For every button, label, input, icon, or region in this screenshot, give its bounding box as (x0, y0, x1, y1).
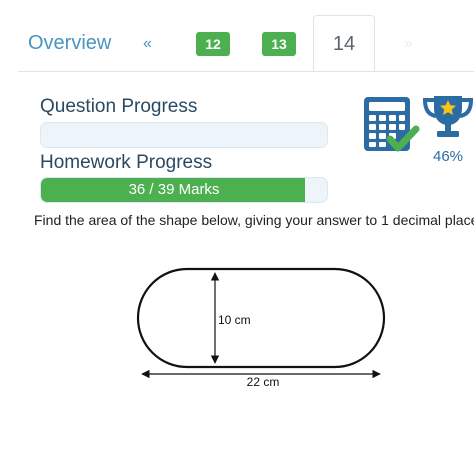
stadium-shape (136, 267, 386, 369)
width-label: 22 cm (247, 375, 280, 389)
tab-bar-divider (18, 71, 474, 72)
question-text: Find the area of the shape below, giving… (34, 212, 474, 228)
question-tab-bar: Overview « 12 13 14 » (0, 0, 474, 72)
question-progress-bar (40, 122, 328, 148)
trophy-star-icon (422, 96, 474, 137)
question-badge-12[interactable]: 12 (196, 32, 230, 56)
overview-link[interactable]: Overview (28, 32, 111, 55)
previous-arrow-icon[interactable]: « (143, 35, 152, 53)
question-badge-13[interactable]: 13 (262, 32, 296, 56)
tab-current-question[interactable]: 14 (313, 15, 375, 72)
homework-progress-bar: 36 / 39 Marks (40, 177, 328, 203)
page: Overview « 12 13 14 » Question Progress … (0, 0, 474, 467)
height-label: 10 cm (218, 313, 251, 327)
homework-progress-label: Homework Progress (40, 152, 213, 173)
score-percentage: 46% (433, 148, 464, 165)
calculator-check-icon (364, 97, 420, 152)
question-progress-label: Question Progress (40, 96, 198, 117)
next-arrow-icon[interactable]: » (404, 35, 413, 53)
homework-progress-text: 36 / 39 Marks (128, 181, 220, 198)
stadium-shape-diagram: 10 cm 22 cm (136, 267, 386, 389)
